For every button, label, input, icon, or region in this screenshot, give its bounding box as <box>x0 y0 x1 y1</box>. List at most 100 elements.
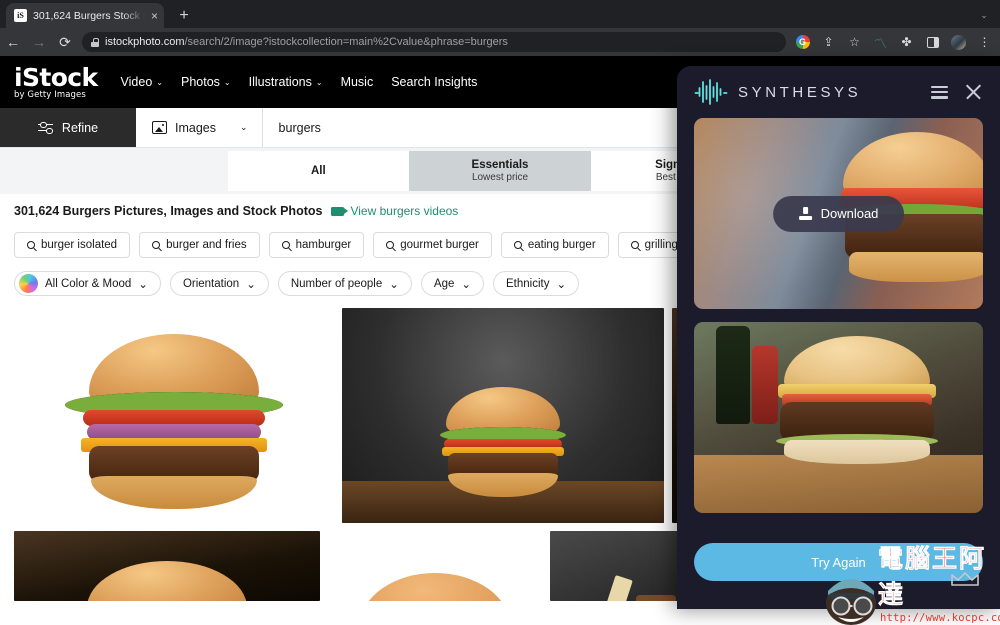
nav-item-illustrations[interactable]: Illustrations ⌄ <box>249 75 323 89</box>
nav-item-music[interactable]: Music <box>341 75 374 89</box>
chevron-down-icon: ⌄ <box>556 278 567 291</box>
chevron-down-icon: ⌄ <box>315 77 323 87</box>
close-icon[interactable] <box>965 84 982 101</box>
istock-logo[interactable]: iStock by Getty Images <box>14 65 98 100</box>
url-domain: istockphoto.com <box>105 36 185 48</box>
browser-tab-strip: iS 301,624 Burgers Stock Photos × + ⌄ <box>0 0 1000 28</box>
segment-title: All <box>310 164 326 177</box>
burger-photo <box>59 334 289 509</box>
color-swatch-icon <box>19 274 38 293</box>
segment-title: Essentials <box>471 158 529 171</box>
download-icon <box>798 207 812 220</box>
tab-search-chevron-down-icon[interactable]: ⌄ <box>976 9 992 21</box>
browser-toolbar: ← → ⟳ istockphoto.com/search/2/image?ist… <box>0 28 1000 56</box>
chip-label: gourmet burger <box>400 239 479 251</box>
image-icon <box>152 121 167 134</box>
filter-number-of-people[interactable]: Number of people ⌄ <box>277 271 412 296</box>
chevron-down-icon: ⌄ <box>240 122 248 132</box>
tab-title: 301,624 Burgers Stock Photos <box>33 9 145 22</box>
suggestion-chip[interactable]: burger and fries <box>139 232 260 258</box>
profile-avatar[interactable] <box>950 34 967 51</box>
search-type-label: Images <box>175 120 216 135</box>
burger-photo <box>772 336 942 468</box>
logo-primary: iStock <box>14 62 98 92</box>
generated-image-card[interactable]: Download <box>694 118 983 309</box>
synthesys-panel: SYNTHESYS Download Try Again <box>677 66 1000 609</box>
download-label: Download <box>820 206 879 221</box>
watermark-url: http://www.kocpc.com.tw <box>880 612 1000 624</box>
filter-color-mood[interactable]: All Color & Mood ⌄ <box>14 271 161 296</box>
burger-photo <box>360 573 510 601</box>
extension-icon[interactable]: 〽 <box>872 34 889 51</box>
search-icon <box>386 241 395 249</box>
segment-all[interactable]: All <box>227 151 410 191</box>
chip-label: eating burger <box>527 239 596 251</box>
site-nav: Video ⌄ Photos ⌄ Illustrations ⌄ Music Sear… <box>121 75 478 89</box>
chip-label: burger and fries <box>166 239 247 251</box>
nav-item-photos[interactable]: Photos ⌄ <box>181 75 231 89</box>
search-icon <box>281 241 290 249</box>
suggestion-chip[interactable]: gourmet burger <box>373 232 492 258</box>
new-tab-button[interactable]: + <box>175 7 193 25</box>
filter-label: Age <box>433 277 455 290</box>
image-result-tile[interactable] <box>328 531 542 601</box>
back-button[interactable]: ← <box>0 29 26 55</box>
search-type-select[interactable]: Images ⌄ <box>136 108 263 147</box>
suggestion-chip[interactable]: burger isolated <box>14 232 131 258</box>
image-result-tile[interactable] <box>14 531 320 601</box>
url-text: istockphoto.com/search/2/image?istockcol… <box>105 36 508 48</box>
waveform-icon <box>694 79 728 105</box>
download-button[interactable]: Download <box>772 195 905 232</box>
chrome-menu-icon[interactable]: ⋮ <box>976 34 993 51</box>
chip-label: burger isolated <box>41 239 118 251</box>
chevron-down-icon: ⌄ <box>138 278 148 291</box>
nav-item-video[interactable]: Video ⌄ <box>121 75 163 89</box>
search-icon <box>513 241 522 249</box>
view-videos-label: View burgers videos <box>350 204 459 218</box>
search-icon <box>630 241 639 249</box>
toolbar-icons: ⇪ ☆ 〽 ✤ ⋮ <box>794 34 1000 51</box>
url-path: /search/2/image?istockcollection=main%2C… <box>184 36 508 48</box>
tab-close-icon[interactable]: × <box>151 10 158 22</box>
chevron-down-icon: ⌄ <box>389 278 399 291</box>
chevron-down-icon: ⌄ <box>156 77 163 87</box>
watermark-face-icon <box>826 579 876 625</box>
forward-button[interactable]: → <box>26 29 52 55</box>
address-bar[interactable]: istockphoto.com/search/2/image?istockcol… <box>82 32 786 52</box>
filter-orientation[interactable]: Orientation ⌄ <box>169 271 269 296</box>
google-icon[interactable] <box>794 34 811 51</box>
filter-label: All Color & Mood <box>45 277 132 290</box>
filter-age[interactable]: Age ⌄ <box>420 271 485 296</box>
chip-label: hamburger <box>295 239 352 251</box>
segment-essentials[interactable]: Essentials Lowest price <box>409 151 591 191</box>
generated-image-card[interactable] <box>694 322 983 513</box>
refine-label: Refine <box>61 120 99 135</box>
filter-label: Orientation <box>182 277 240 290</box>
filter-ethnicity[interactable]: Ethnicity ⌄ <box>493 271 580 296</box>
suggestion-chip[interactable]: hamburger <box>268 232 365 258</box>
synthesys-panel-header: SYNTHESYS <box>677 66 1000 118</box>
hamburger-menu-icon[interactable] <box>931 85 948 99</box>
watermark-text: 電腦王阿達 <box>878 544 987 610</box>
share-icon[interactable]: ⇪ <box>820 34 837 51</box>
video-camera-icon <box>331 206 349 216</box>
nav-item-search-insights[interactable]: Search Insights <box>391 75 477 89</box>
browser-tab[interactable]: iS 301,624 Burgers Stock Photos × <box>6 3 164 28</box>
nav-label: Music <box>340 75 374 89</box>
sliders-icon <box>37 120 53 136</box>
suggestion-chip[interactable]: eating burger <box>500 232 609 258</box>
view-videos-link[interactable]: View burgers videos <box>331 204 458 218</box>
image-result-tile[interactable] <box>14 308 334 523</box>
image-result-tile[interactable] <box>342 308 664 523</box>
search-icon <box>152 241 161 249</box>
puzzle-icon[interactable]: ✤ <box>898 34 915 51</box>
segment-subtitle: Lowest price <box>471 171 529 183</box>
side-panel-icon[interactable] <box>924 34 941 51</box>
refine-button[interactable]: Refine <box>0 108 136 147</box>
reload-button[interactable]: ⟳ <box>52 29 78 55</box>
bookmark-star-icon[interactable]: ☆ <box>846 34 863 51</box>
watermark: 電腦王阿達 http://www.kocpc.com.tw <box>820 544 1000 625</box>
nav-label: Search Insights <box>391 75 478 89</box>
results-count-text: 301,624 Burgers Pictures, Images and Sto… <box>14 204 323 218</box>
nav-label: Video <box>120 75 153 89</box>
